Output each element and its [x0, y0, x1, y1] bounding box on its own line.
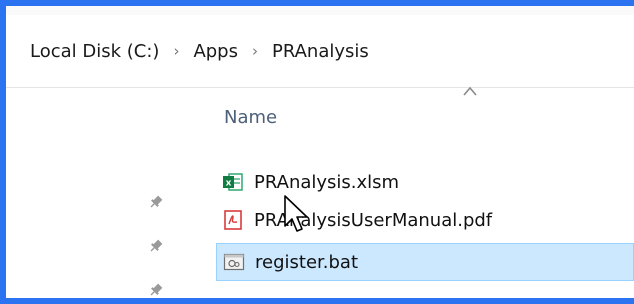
sort-ascending-icon[interactable] — [463, 86, 477, 96]
mouse-cursor-icon — [284, 195, 308, 232]
breadcrumb: Local Disk (C:) › Apps › PRAnalysis — [6, 15, 634, 88]
chevron-right-icon[interactable]: › — [173, 42, 179, 60]
pin-icon[interactable] — [148, 282, 164, 298]
pin-icon[interactable] — [148, 194, 164, 210]
window-top-strip — [6, 6, 634, 15]
chevron-right-icon[interactable]: › — [252, 42, 258, 60]
pdf-file-icon — [224, 210, 242, 230]
breadcrumb-item-pranalysis[interactable]: PRAnalysis — [272, 41, 369, 62]
file-name: register.bat — [255, 251, 358, 273]
file-name: PRAnalysis.xlsm — [254, 171, 400, 193]
excel-file-icon: x — [223, 173, 243, 191]
svg-text:x: x — [226, 179, 232, 189]
file-row-pranalysis-user-manual-pdf[interactable]: PRAnalysisUserManual.pdf — [216, 201, 634, 239]
column-header-name[interactable]: Name — [224, 107, 277, 128]
pin-icon[interactable] — [148, 238, 164, 254]
batch-file-icon — [223, 253, 245, 271]
file-row-register-bat[interactable]: register.bat — [216, 243, 634, 281]
file-row-pranalysis-xlsm[interactable]: x PRAnalysis.xlsm — [216, 163, 634, 201]
breadcrumb-item-local-disk[interactable]: Local Disk (C:) — [30, 41, 159, 62]
breadcrumb-item-apps[interactable]: Apps — [193, 41, 238, 62]
